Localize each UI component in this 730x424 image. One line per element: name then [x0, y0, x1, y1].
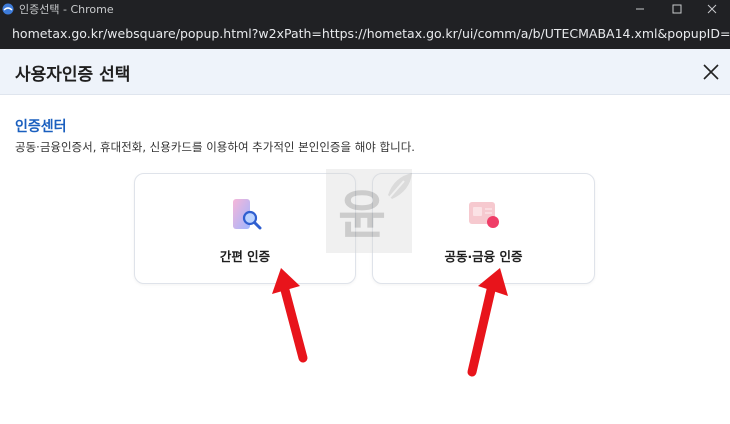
close-icon[interactable]: [700, 61, 722, 83]
simple-auth-card[interactable]: 간편 인증: [134, 173, 356, 284]
address-bar[interactable]: hometax.go.kr/websquare/popup.html?w2xPa…: [0, 18, 730, 49]
window-close-icon: [707, 4, 717, 14]
section-title: 인증센터: [15, 119, 67, 135]
window-close-button[interactable]: [694, 0, 730, 18]
maximize-button[interactable]: [659, 0, 695, 18]
simple-auth-label: 간편 인증: [219, 249, 271, 264]
maximize-icon: [672, 4, 682, 14]
phone-search-icon: [233, 199, 262, 230]
hometax-favicon-icon: [2, 3, 14, 15]
section-description: 공동·금융인증서, 휴대전화, 신용카드를 이용하여 추가적인 본인인증을 해야…: [15, 140, 415, 154]
minimize-button[interactable]: [622, 0, 658, 18]
certificate-auth-label: 공동·금융 인증: [444, 249, 523, 264]
minimize-icon: [636, 8, 644, 10]
certificate-auth-card[interactable]: 공동·금융 인증: [372, 173, 595, 284]
window-titlebar: 인증선택 - Chrome: [0, 0, 730, 18]
window-title: 인증선택 - Chrome: [19, 3, 114, 16]
modal-title: 사용자인증 선택: [15, 65, 131, 85]
modal-header: 사용자인증 선택: [0, 49, 730, 95]
certificate-card-icon: [468, 202, 499, 228]
url-text: hometax.go.kr/websquare/popup.html?w2xPa…: [12, 26, 730, 41]
